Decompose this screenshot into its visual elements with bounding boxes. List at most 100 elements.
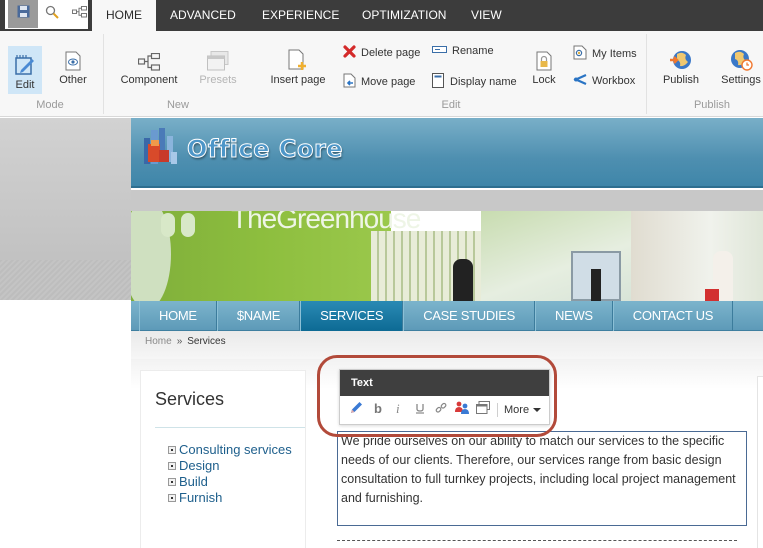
breadcrumb-current: Services [187,336,226,347]
insert-page-button[interactable]: Insert page [270,43,326,86]
search-button[interactable] [38,0,66,28]
edit-mode-icon [8,48,42,76]
move-page-label: Move page [361,76,416,88]
expand-icon[interactable] [168,494,176,502]
nav-item-name[interactable]: $NAME [216,301,301,331]
publish-settings-button[interactable]: Settings [719,43,763,86]
tab-experience[interactable]: EXPERIENCE [248,0,353,31]
sidebar-item-design[interactable]: Design [168,458,292,474]
publish-label: Publish [662,74,700,86]
nav-item-case-studies[interactable]: CASE STUDIES [403,301,535,331]
tab-optimization[interactable]: OPTIMIZATION [348,0,460,31]
sidebar-item-label: Consulting services [179,442,292,457]
nav-item-home[interactable]: HOME [139,301,217,331]
bold-icon: b [373,401,383,419]
save-icon [17,5,30,23]
site-header: Office Core [131,118,763,188]
save-button[interactable] [8,0,38,28]
italic-button[interactable]: i [388,399,409,421]
presets-button[interactable]: Presets [196,43,240,86]
hero-banner-image: TheGreenhouse [131,211,763,301]
right-column [757,376,763,548]
toolbar-buttons: b i More [340,396,549,424]
workbox-icon [573,73,587,89]
edit-mode-button[interactable]: Edit [8,46,42,94]
sidebar-item-furnish[interactable]: Furnish [168,490,292,506]
move-page-button[interactable]: Move page [343,73,415,91]
lock-button[interactable]: Lock [528,43,560,86]
tab-view[interactable]: VIEW [457,0,516,31]
banner-person [453,259,473,301]
sidebar-item-label: Furnish [179,490,223,505]
sidebar-item-consulting-services[interactable]: Consulting services [168,442,292,458]
more-dropdown[interactable]: More [504,404,542,416]
component-button[interactable]: Component [118,43,180,86]
move-page-icon [343,73,356,91]
component-icon [118,43,180,71]
publish-icon [660,43,702,71]
quick-access-toolbar [3,0,90,31]
banner-shape [181,213,195,237]
tab-home[interactable]: HOME [92,0,156,31]
sidebar-item-label: Design [179,458,220,473]
display-name-button[interactable]: Display name [432,73,517,91]
ribbon-tab-bar: HOME ADVANCED EXPERIENCE OPTIMIZATION VI… [0,0,763,31]
rename-icon [432,45,447,57]
sidebar-item-build[interactable]: Build [168,474,292,490]
banner-folder [705,289,719,301]
tab-advanced[interactable]: ADVANCED [156,0,250,31]
group-label-mode: Mode [36,99,64,111]
display-name-icon [432,73,445,91]
expand-icon[interactable] [168,446,176,454]
nav-item-news[interactable]: NEWS [534,301,613,331]
breadcrumb-home-link[interactable]: Home [145,336,172,347]
rename-button[interactable]: Rename [432,45,494,57]
italic-icon: i [395,401,403,419]
nav-item-services[interactable]: SERVICES [300,301,404,331]
insert-link-button[interactable] [430,399,451,421]
site-logo[interactable]: Office Core [141,126,343,171]
edit-text-button[interactable] [346,399,367,421]
main-navigation: HOME $NAME SERVICES CASE STUDIES NEWS CO… [131,301,763,331]
services-sidebar: Services Consulting services Design Buil… [140,370,306,548]
delete-page-button[interactable]: Delete page [343,45,420,61]
delete-page-label: Delete page [361,47,421,59]
my-items-button[interactable]: My Items [573,45,637,63]
presets-label: Presets [199,74,237,86]
underline-button[interactable] [409,399,430,421]
insert-window-button[interactable] [472,399,493,421]
workbox-label: Workbox [592,75,636,87]
sidebar-divider [155,427,305,428]
my-items-icon [573,45,587,63]
delete-icon [343,45,356,61]
expand-icon[interactable] [168,462,176,470]
site-logo-text: Office Core [186,134,344,163]
presets-icon [196,43,240,71]
expand-icon[interactable] [168,478,176,486]
workbox-button[interactable]: Workbox [573,73,635,89]
navigation-tree-button[interactable] [65,0,93,28]
insert-page-icon [270,43,326,71]
search-icon [45,5,59,24]
personalize-button[interactable] [451,399,472,421]
header-spacer [131,190,763,211]
link-icon [435,401,447,419]
banner-shape [161,213,175,237]
svg-text:i: i [396,402,400,414]
banner-person [591,269,601,301]
toolbar-separator [497,403,498,417]
window-icon [475,401,490,419]
underline-icon [415,401,425,419]
display-name-label: Display name [450,76,517,88]
publish-settings-label: Settings [721,74,761,86]
other-mode-label: Other [59,74,87,86]
other-mode-button[interactable]: Other [56,43,90,86]
publish-button[interactable]: Publish [660,43,702,86]
tree-icon [71,5,87,23]
nav-item-contact-us[interactable]: CONTACT US [612,301,734,331]
rich-text-field[interactable]: We pride ourselves on our ability to mat… [337,431,747,526]
lock-label: Lock [532,74,556,86]
users-icon [454,401,470,420]
group-divider [103,34,104,114]
bold-button[interactable]: b [367,399,388,421]
